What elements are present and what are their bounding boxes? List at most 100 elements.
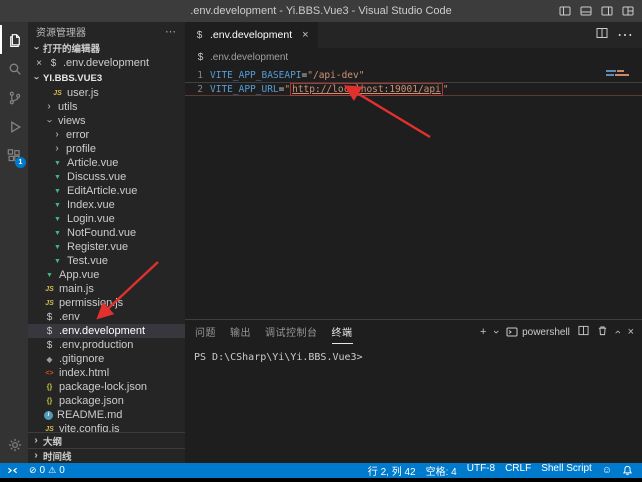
tree-item-.env.production[interactable]: $.env.production [28, 338, 185, 352]
panel-tab-输出[interactable]: 输出 [230, 320, 251, 344]
code-line-2[interactable]: 2VITE_APP_URL="http://localhost:19001/ap… [185, 82, 642, 96]
tree-item-Index.vue[interactable]: ▼Index.vue [28, 198, 185, 212]
workbench: 1 资源管理器 ⋯ › 打开的编辑器 × $ .env.development [0, 22, 642, 463]
feedback-smiley-icon[interactable]: ☺ [597, 465, 617, 476]
open-editors-header[interactable]: › 打开的编辑器 [28, 40, 185, 56]
settings-gear-icon[interactable] [0, 430, 28, 459]
panel-tab-调试控制台[interactable]: 调试控制台 [265, 320, 318, 344]
tree-item-NotFound.vue[interactable]: ▼NotFound.vue [28, 226, 185, 240]
terminal-profile-select[interactable]: powershell [506, 327, 570, 338]
close-icon[interactable]: × [34, 58, 44, 69]
toggle-secondary-sidebar-icon[interactable] [601, 5, 613, 17]
file-label: App.vue [59, 268, 99, 282]
tree-item-Register.vue[interactable]: ▼Register.vue [28, 240, 185, 254]
panel-header: 问题输出调试控制台终端 + › powershell [185, 320, 642, 344]
source-control-icon[interactable] [0, 83, 28, 112]
tree-item-error[interactable]: › error [28, 128, 185, 142]
search-icon[interactable] [0, 54, 28, 83]
maximize-panel-icon[interactable]: › [612, 330, 624, 334]
terminal[interactable]: PS D:\CSharp\Yi\Yi.BBS.Vue3> [185, 344, 642, 463]
explorer-sidebar: 资源管理器 ⋯ › 打开的编辑器 × $ .env.development › … [28, 22, 185, 463]
panel-tab-问题[interactable]: 问题 [195, 320, 216, 344]
toggle-sidebar-icon[interactable] [559, 5, 571, 17]
close-panel-icon[interactable]: × [628, 326, 634, 338]
customize-layout-icon[interactable] [622, 5, 634, 17]
tree-item-Article.vue[interactable]: ▼Article.vue [28, 156, 185, 170]
vue-file-icon: ▼ [52, 202, 63, 209]
tree-item-.env.development[interactable]: $.env.development [28, 324, 185, 338]
minimap[interactable] [606, 70, 629, 76]
status-encoding[interactable]: UTF-8 [462, 463, 500, 474]
code-editor[interactable]: 1VITE_APP_BASEAPI="/api-dev"2VITE_APP_UR… [185, 66, 642, 319]
notifications-bell-icon[interactable] [617, 465, 638, 476]
breadcrumb[interactable]: $ .env.development [185, 48, 642, 66]
sidebar-more-actions-icon[interactable]: ⋯ [165, 25, 177, 38]
code-text: VITE_APP_URL="http://localhost:19001/api… [203, 84, 449, 95]
split-terminal-icon[interactable] [578, 325, 589, 339]
tree-item-utils[interactable]: › utils [28, 100, 185, 114]
tree-item-Discuss.vue[interactable]: ▼Discuss.vue [28, 170, 185, 184]
file-label: Register.vue [67, 240, 128, 254]
code-line-1[interactable]: 1VITE_APP_BASEAPI="/api-dev" [185, 68, 642, 82]
status-language-mode[interactable]: Shell Script [536, 463, 597, 474]
run-debug-icon[interactable] [0, 112, 28, 141]
tree-item-Test.vue[interactable]: ▼Test.vue [28, 254, 185, 268]
more-actions-icon[interactable]: ⋯ [617, 25, 633, 45]
tree-item-package.json[interactable]: {}package.json [28, 394, 185, 408]
open-editor-item[interactable]: × $ .env.development [28, 56, 185, 70]
chevron-right-icon: › [44, 102, 54, 112]
chevron-right-icon: › [52, 130, 62, 140]
kill-terminal-trash-icon[interactable] [597, 325, 608, 339]
chevron-down-icon: › [31, 43, 41, 53]
file-label: NotFound.vue [67, 226, 136, 240]
file-label: utils [58, 100, 78, 114]
tree-item-user.js[interactable]: JSuser.js [28, 86, 185, 100]
warnings-count: 0 [59, 465, 65, 476]
tree-item-.gitignore[interactable]: ◆.gitignore [28, 352, 185, 366]
close-icon[interactable]: × [302, 29, 308, 41]
vue-file-icon: ▼ [52, 188, 63, 195]
env-file-icon: $ [48, 58, 59, 69]
chevron-right-icon: › [31, 451, 41, 461]
editor-actions: ⋯ [596, 22, 642, 48]
file-label: error [66, 128, 89, 142]
chevron-down-icon[interactable]: › [490, 330, 502, 334]
tree-item-.env[interactable]: $.env [28, 310, 185, 324]
tree-item-README.md[interactable]: iREADME.md [28, 408, 185, 422]
tree-item-Login.vue[interactable]: ▼Login.vue [28, 212, 185, 226]
new-terminal-icon[interactable]: + [480, 326, 486, 338]
project-root-header[interactable]: › YI.BBS.VUE3 [28, 70, 185, 86]
split-editor-icon[interactable] [596, 26, 608, 44]
tree-item-EditArticle.vue[interactable]: ▼EditArticle.vue [28, 184, 185, 198]
line-number: 1 [185, 70, 203, 81]
env-file-icon: $ [195, 52, 206, 63]
open-editor-label: .env.development [63, 57, 149, 69]
status-cursor-position[interactable]: 行 2, 列 42 [363, 463, 421, 478]
tab-env-development[interactable]: $ .env.development × [185, 22, 318, 48]
tree-item-views[interactable]: ›views [28, 114, 185, 128]
tab-label: .env.development [210, 29, 292, 41]
toggle-panel-icon[interactable] [580, 5, 592, 17]
project-root-label: YI.BBS.VUE3 [43, 73, 102, 84]
problems-status[interactable]: ⊘ 0 ⚠ 0 [24, 463, 70, 478]
env-file-icon: $ [44, 326, 55, 337]
extensions-icon[interactable]: 1 [0, 141, 28, 170]
warnings-icon: ⚠ [48, 465, 56, 476]
tree-item-index.html[interactable]: <>index.html [28, 366, 185, 380]
tree-item-vite.config.js[interactable]: JSvite.config.js [28, 422, 185, 432]
timeline-section[interactable]: › 时间线 [28, 448, 185, 463]
tree-item-App.vue[interactable]: ▼App.vue [28, 268, 185, 282]
vue-file-icon: ▼ [52, 216, 63, 223]
tree-item-permission.js[interactable]: JSpermission.js [28, 296, 185, 310]
status-eol[interactable]: CRLF [500, 463, 536, 474]
outline-section[interactable]: › 大纲 [28, 433, 185, 448]
remote-indicator[interactable] [0, 463, 24, 478]
explorer-icon[interactable] [0, 25, 28, 54]
tree-item-profile[interactable]: ›profile [28, 142, 185, 156]
url-link[interactable]: http://localhost:19001/api [290, 83, 443, 96]
tree-item-main.js[interactable]: JSmain.js [28, 282, 185, 296]
panel-tab-终端[interactable]: 终端 [332, 320, 353, 344]
status-indentation[interactable]: 空格: 4 [421, 463, 462, 478]
chevron-down-icon: › [44, 116, 54, 126]
tree-item-package-lock.json[interactable]: {}package-lock.json [28, 380, 185, 394]
